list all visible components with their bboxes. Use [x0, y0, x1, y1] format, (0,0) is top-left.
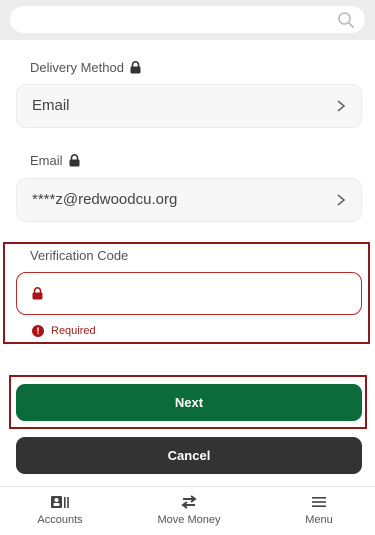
cancel-button[interactable]: Cancel [16, 437, 362, 474]
transfer-arrows-icon [181, 495, 197, 509]
delivery-method-select[interactable]: Email [16, 84, 362, 128]
nav-label-menu: Menu [305, 514, 333, 526]
verification-code-error: ! Required [32, 325, 96, 337]
nav-item-accounts[interactable]: Accounts [0, 495, 120, 526]
email-label-row: Email [30, 153, 80, 168]
hamburger-menu-icon [312, 497, 326, 507]
verification-code-label-row: Verification Code [30, 248, 128, 263]
nav-item-menu[interactable]: Menu [259, 495, 375, 526]
top-bar [0, 0, 375, 40]
search-icon[interactable] [337, 11, 355, 29]
lock-icon [130, 61, 141, 74]
email-value: ****z@redwoodcu.org [32, 191, 178, 208]
lock-icon [69, 154, 80, 167]
error-icon: ! [32, 325, 44, 337]
delivery-method-value: Email [32, 97, 70, 114]
verification-code-label: Verification Code [30, 248, 129, 263]
verification-code-input[interactable] [55, 281, 345, 307]
nav-item-move-money[interactable]: Move Money [129, 495, 249, 526]
next-button[interactable]: Next [16, 384, 362, 421]
search-box[interactable] [10, 6, 365, 33]
nav-label-move-money: Move Money [157, 514, 221, 526]
email-label: Email [30, 153, 63, 168]
email-select[interactable]: ****z@redwoodcu.org [16, 178, 362, 222]
delivery-method-label-row: Delivery Method [30, 60, 141, 75]
nav-label-accounts: Accounts [37, 514, 83, 526]
accounts-icon [51, 496, 69, 508]
verification-code-field[interactable] [16, 272, 362, 315]
lock-icon [32, 287, 43, 300]
delivery-method-label: Delivery Method [30, 60, 124, 75]
chevron-right-icon [337, 194, 346, 206]
bottom-nav: Accounts Move Money Menu [0, 486, 375, 535]
error-text: Required [51, 325, 96, 337]
chevron-right-icon [337, 100, 346, 112]
